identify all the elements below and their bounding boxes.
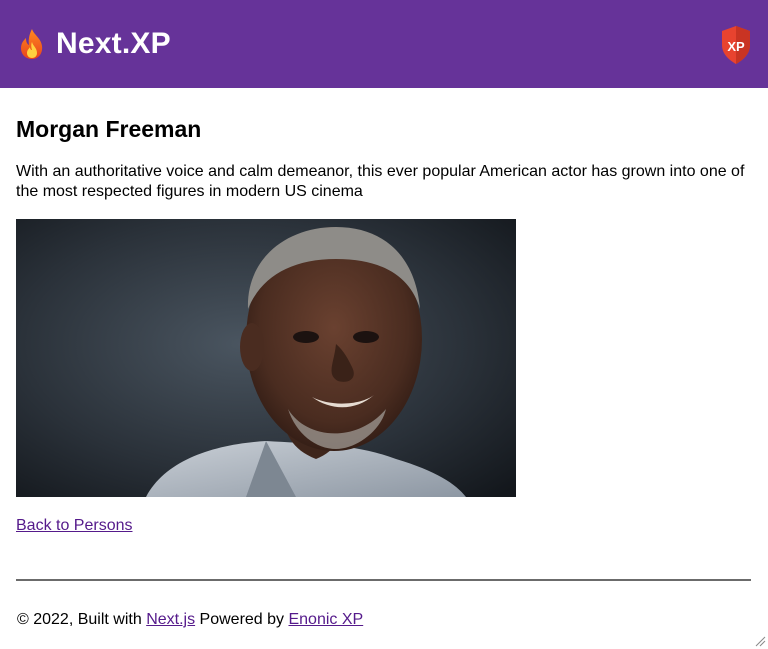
- home-link[interactable]: Next.XP: [17, 27, 171, 61]
- site-header: Next.XP XP: [0, 0, 768, 88]
- person-photo: [16, 219, 516, 497]
- flame-icon: [21, 29, 43, 59]
- footer-middle: Powered by: [195, 611, 289, 628]
- person-bio: With an authoritative voice and calm dem…: [16, 163, 745, 200]
- site-footer: © 2022, Built with Next.js Powered by En…: [16, 610, 751, 630]
- enonic-xp-link[interactable]: Enonic XP: [288, 611, 363, 628]
- xp-logo-text: XP: [727, 39, 745, 54]
- main-content: Morgan Freeman With an authoritative voi…: [0, 115, 768, 630]
- footer-prefix: © 2022, Built with: [17, 611, 147, 628]
- resize-handle-icon[interactable]: [754, 635, 766, 647]
- person-name: Morgan Freeman: [16, 116, 202, 142]
- footer-divider: [16, 579, 751, 581]
- nextjs-link[interactable]: Next.js: [146, 611, 195, 628]
- enonic-xp-logo-icon[interactable]: XP: [720, 25, 752, 65]
- brand-title: Next.XP: [56, 27, 171, 60]
- back-to-persons-link[interactable]: Back to Persons: [16, 517, 133, 535]
